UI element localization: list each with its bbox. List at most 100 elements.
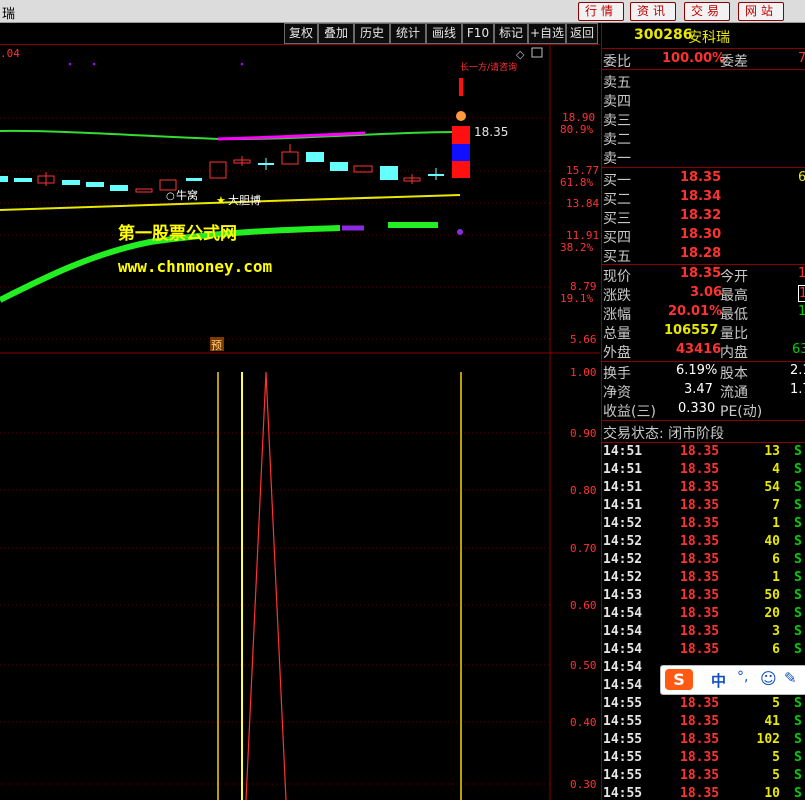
sell4-label: 卖四 <box>603 94 631 110</box>
tick-time: 14:52 <box>603 570 643 585</box>
stat-label: 涨跌 <box>603 288 631 304</box>
tick-time: 14:55 <box>603 768 643 783</box>
stat-label: 流通 <box>720 385 748 401</box>
tick-volume: 13 <box>764 444 780 459</box>
tick-side: S <box>794 552 802 567</box>
trading-status: 交易状态: 闭市阶段 <box>603 426 725 442</box>
open-value: 1 <box>798 266 805 281</box>
tick-time: 14:52 <box>603 534 643 549</box>
tick-side: S <box>794 732 802 747</box>
tick-time: 14:54 <box>603 624 643 639</box>
tick-side: S <box>794 642 802 657</box>
draw-line-button[interactable]: 画线 <box>426 23 462 44</box>
tick-side: S <box>794 624 802 639</box>
buy2-price: 18.34 <box>680 189 722 204</box>
top-bar: 瑞 行情 资讯 交易 网站 <box>0 0 805 23</box>
tick-volume: 1 <box>772 570 780 585</box>
candle <box>209 161 227 179</box>
chart-area[interactable]: .04 长一方/请咨询 18.35 牛窝 ○ ★ 大胆博 预 第一股票公式网 w… <box>0 44 600 800</box>
tick-side: S <box>794 570 802 585</box>
tick-price: 18.35 <box>680 480 720 495</box>
chart-canvas[interactable]: .04 长一方/请咨询 18.35 牛窝 ○ ★ 大胆博 预 第一股票公式网 w… <box>0 44 600 800</box>
tick-time: 14:52 <box>603 552 643 567</box>
candle <box>452 144 470 161</box>
ime-pen-icon[interactable]: ✎ <box>784 669 797 687</box>
add-watchlist-button[interactable]: +自选 <box>528 23 566 44</box>
change-pct-value: 20.01% <box>668 304 723 319</box>
buy4-label: 买四 <box>603 230 631 246</box>
price-axis-label: 5.66 <box>570 333 597 346</box>
candle <box>281 151 299 165</box>
tick-row: 14:54 18.35 3 S <box>602 624 805 642</box>
tab-website-button[interactable]: 网站 <box>738 2 785 21</box>
mark-button[interactable]: 标记 <box>494 23 528 44</box>
candle <box>135 188 153 193</box>
tick-volume: 6 <box>772 552 780 567</box>
ime-emoji-icon[interactable]: ☺ <box>760 669 777 688</box>
buy3-price: 18.32 <box>680 208 722 223</box>
ime-toolbar[interactable]: S 中 °, ☺ ✎ <box>660 665 805 695</box>
candle <box>110 185 128 191</box>
last-price-label: 18.35 <box>474 125 508 139</box>
tick-price: 18.35 <box>680 768 720 783</box>
indicator-axis-label: 0.30 <box>570 778 597 791</box>
tick-side: S <box>794 534 802 549</box>
candlesticks <box>0 78 470 193</box>
top-tag: 长一方/请咨询 <box>460 61 517 73</box>
tick-volume: 41 <box>764 714 780 729</box>
current-price: 18.35 <box>680 266 722 281</box>
tick-time: 14:55 <box>603 732 643 747</box>
tick-list[interactable]: 14:51 18.35 13 S 14:51 18.35 4 S 14:51 18.35 54 S 14… <box>602 444 805 800</box>
ime-punctuation[interactable]: °, <box>737 669 748 685</box>
restore-rights-button[interactable]: 复权 <box>284 23 318 44</box>
yu-marker: 预 <box>211 339 222 352</box>
indicator-axis-label: 0.90 <box>570 427 597 440</box>
tick-price: 18.35 <box>680 642 720 657</box>
stat-label: 内盘 <box>720 345 748 361</box>
sell5-label: 卖五 <box>603 75 631 91</box>
buy4-price: 18.30 <box>680 227 722 242</box>
tick-time: 14:55 <box>603 714 643 729</box>
candle <box>159 179 177 191</box>
statistics-button[interactable]: 统计 <box>390 23 426 44</box>
back-button[interactable]: 返回 <box>566 23 598 44</box>
ime-language[interactable]: 中 <box>711 670 726 691</box>
inner-volume: 63 <box>792 342 805 357</box>
ime-logo-icon[interactable]: S <box>665 669 693 690</box>
weicha-label: 委差 <box>720 54 748 70</box>
stat-label: 股本 <box>720 366 748 382</box>
corner-value: .04 <box>0 47 20 60</box>
price-axis-pct: 38.2% <box>560 241 593 254</box>
svg-text:○: ○ <box>166 191 175 202</box>
buy1-label: 买一 <box>603 173 631 189</box>
tick-row: 14:54 18.35 6 S <box>602 642 805 660</box>
tab-news-button[interactable]: 资讯 <box>630 2 677 21</box>
tick-price: 18.35 <box>680 516 720 531</box>
tick-row: 14:52 18.35 6 S <box>602 552 805 570</box>
tick-price: 18.35 <box>680 498 720 513</box>
stat-label: 外盘 <box>603 345 631 361</box>
f10-button[interactable]: F10 <box>462 23 494 44</box>
tick-price: 18.35 <box>680 570 720 585</box>
tab-trade-button[interactable]: 交易 <box>684 2 731 21</box>
sell3-label: 卖三 <box>603 113 631 129</box>
tick-volume: 5 <box>772 768 780 783</box>
tick-side: S <box>794 444 802 459</box>
indicator-axis-label: 0.80 <box>570 484 597 497</box>
history-button[interactable]: 历史 <box>354 23 390 44</box>
stat-label: 今开 <box>720 269 748 285</box>
tick-side: S <box>794 750 802 765</box>
tab-quotes-button[interactable]: 行情 <box>578 2 625 21</box>
candle <box>86 182 104 187</box>
tick-volume: 4 <box>772 462 780 477</box>
stat-label: 总量 <box>603 326 631 342</box>
stat-label: 最低 <box>720 307 748 323</box>
tick-price: 18.35 <box>680 462 720 477</box>
tick-row: 14:55 18.35 10 S <box>602 786 805 800</box>
signal-bar <box>459 78 463 96</box>
float-value: 1.7 <box>790 382 805 397</box>
buy2-label: 买二 <box>603 192 631 208</box>
tick-time: 14:51 <box>603 444 643 459</box>
overlay-button[interactable]: 叠加 <box>318 23 354 44</box>
tick-row: 14:51 18.35 4 S <box>602 462 805 480</box>
